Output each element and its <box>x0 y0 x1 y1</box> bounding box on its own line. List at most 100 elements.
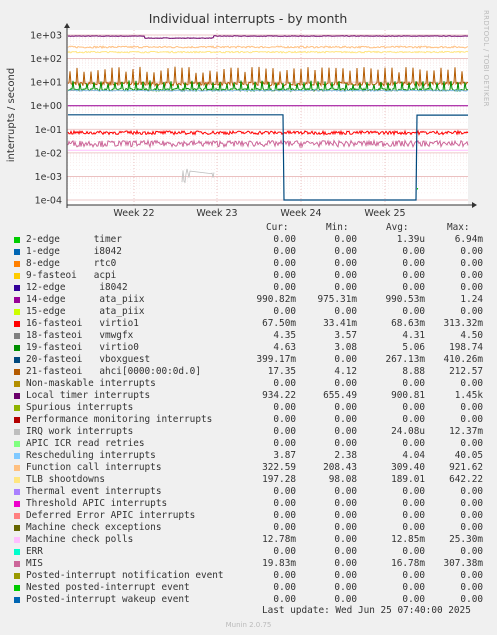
legend-row: 19-fasteoi virtio0 4.63 3.08 5.06 198.74 <box>0 342 497 354</box>
y-tick-label: 1e-04 <box>35 196 62 207</box>
legend-row: TLB shootdowns 197.28 98.08 189.01 642.22 <box>0 474 497 486</box>
legend-swatch <box>14 381 20 387</box>
legend-series-name: Threshold APIC interrupts <box>26 498 168 509</box>
legend-series-name: Thermal event interrupts <box>26 486 162 497</box>
legend-cur-value: 19.83m <box>262 558 296 569</box>
legend-max-value: 921.62 <box>449 462 483 473</box>
legend-row: 12-edge i8042 0.00 0.00 0.00 0.00 <box>0 282 497 294</box>
legend-min-value: 0.00 <box>334 582 357 593</box>
legend-max-value: 0.00 <box>460 438 483 449</box>
legend-series-name: APIC ICR read retries <box>26 438 145 449</box>
legend-min-value: 0.00 <box>334 414 357 425</box>
legend-min-value: 0.00 <box>334 378 357 389</box>
legend-swatch <box>14 489 20 495</box>
legend-max-value: 198.74 <box>449 342 483 353</box>
legend-max-value: 642.22 <box>449 474 483 485</box>
y-tick-label: 1e-02 <box>35 148 62 159</box>
legend-swatch <box>14 465 20 471</box>
legend-series-name: IRQ work interrupts <box>26 426 134 437</box>
legend-min-value: 4.12 <box>334 366 357 377</box>
legend-swatch <box>14 309 20 315</box>
legend-swatch <box>14 321 20 327</box>
legend-max-value: 0.00 <box>460 486 483 497</box>
legend-max-value: 410.26m <box>443 354 483 365</box>
legend-swatch <box>14 429 20 435</box>
legend-row: 18-fasteoi vmwgfx 4.35 3.57 4.31 4.50 <box>0 330 497 342</box>
legend-row: Deferred Error APIC interrupts 0.00 0.00 0.… <box>0 510 497 522</box>
y-axis-label: interrupts / second <box>6 68 17 162</box>
legend-series-name: ERR <box>26 546 43 557</box>
legend-cur-value: 0.00 <box>273 426 296 437</box>
legend-min-value: 0.00 <box>334 570 357 581</box>
legend-series-name: 16-fasteoi virtio1 <box>26 318 139 329</box>
legend-cur-value: 0.00 <box>273 546 296 557</box>
legend-series-name: 19-fasteoi virtio0 <box>26 342 139 353</box>
legend-cur-value: 0.00 <box>273 570 296 581</box>
rrdtool-credit: RRDTOOL / TOBI OETIKER <box>482 10 490 107</box>
y-tick-label: 1e-03 <box>35 172 62 183</box>
legend-min-value: 0.00 <box>334 498 357 509</box>
legend-series-name: 9-fasteoi acpi <box>26 270 117 281</box>
legend-cur-value: 990.82m <box>256 294 296 305</box>
legend-min-value: 3.57 <box>334 330 357 341</box>
legend-min-value: 0.00 <box>334 510 357 521</box>
legend-max-value: 212.57 <box>449 366 483 377</box>
legend-max-value: 0.00 <box>460 246 483 257</box>
legend-row: 9-fasteoi acpi 0.00 0.00 0.00 0.00 <box>0 270 497 282</box>
legend-max-value: 0.00 <box>460 414 483 425</box>
munin-version: Munin 2.0.75 <box>225 621 272 629</box>
legend-swatch <box>14 273 20 279</box>
legend-row: Threshold APIC interrupts 0.00 0.00 0.00 0.0… <box>0 498 497 510</box>
legend-min-value: 2.38 <box>334 450 357 461</box>
legend-row: 21-fasteoi ahci[0000:00:0d.0] 17.35 4.12 8.… <box>0 366 497 378</box>
legend-cur-value: 0.00 <box>273 258 296 269</box>
legend-series-name: 18-fasteoi vmwgfx <box>26 330 134 341</box>
legend-cur-value: 934.22 <box>262 390 296 401</box>
legend-swatch <box>14 549 20 555</box>
legend-max-value: 0.00 <box>460 498 483 509</box>
legend-cur-value: 12.78m <box>262 534 296 545</box>
legend-cur-value: 4.35 <box>273 330 296 341</box>
legend-max-value: 40.05 <box>454 450 483 461</box>
legend-max-value: 313.32m <box>443 318 483 329</box>
legend-min-value: 0.00 <box>334 258 357 269</box>
legend-series-name: Deferred Error APIC interrupts <box>26 510 196 521</box>
legend-row: 2-edge timer 0.00 0.00 1.39u 6.94m <box>0 234 497 246</box>
legend-max-value: 4.50 <box>460 330 483 341</box>
legend-row: Machine check exceptions 0.00 0.00 0.00 0.00 <box>0 522 497 534</box>
legend-min-value: 0.00 <box>334 546 357 557</box>
legend-swatch <box>14 561 20 567</box>
legend-series-name: MIS <box>26 558 43 569</box>
legend-row: Posted-interrupt notification event 0.00 0… <box>0 570 497 582</box>
legend-max-value: 12.37m <box>449 426 483 437</box>
legend-max-value: 0.00 <box>460 522 483 533</box>
legend-swatch <box>14 417 20 423</box>
legend-cur-value: 0.00 <box>273 270 296 281</box>
legend-swatch <box>14 405 20 411</box>
y-tick-labels: 1e-04 1e-03 1e-02 1e-01 1e+00 1e+01 1e+02 1e+03 <box>30 31 62 207</box>
legend-row: 8-edge rtc0 0.00 0.00 0.00 0.00 <box>0 258 497 270</box>
legend-series-name: 2-edge timer <box>26 234 122 245</box>
legend-cur-value: 17.35 <box>267 366 296 377</box>
y-tick-label: 1e+01 <box>30 78 62 89</box>
legend-series-name: TLB shootdowns <box>26 474 106 485</box>
legend-row: Rescheduling interrupts 3.87 2.38 4.04 40.05 <box>0 450 497 462</box>
legend-min-value: 0.00 <box>334 534 357 545</box>
legend-series-name: Posted-interrupt wakeup event <box>26 594 190 605</box>
y-tick-label: 1e-01 <box>35 125 62 136</box>
legend-min-value: 33.41m <box>323 318 357 329</box>
x-tick-label: Week 23 <box>196 208 237 219</box>
legend-max-value: 6.94m <box>454 234 483 245</box>
legend-min-value: 98.08 <box>328 474 357 485</box>
legend-series-name: Spurious interrupts <box>26 402 134 413</box>
legend-series-name: 8-edge rtc0 <box>26 258 117 269</box>
legend-series-name: 14-edge ata_piix <box>26 294 145 305</box>
legend-series-name: 15-edge ata_piix <box>26 306 145 317</box>
legend-max-value: 0.00 <box>460 258 483 269</box>
legend-max-value: 307.38m <box>443 558 483 569</box>
y-tick-label: 1e+00 <box>30 101 62 112</box>
legend-row: Function call interrupts 322.59 208.43 309.… <box>0 462 497 474</box>
legend-swatch <box>14 285 20 291</box>
legend-min-value: 0.00 <box>334 558 357 569</box>
legend-cur-value: 4.63 <box>273 342 296 353</box>
